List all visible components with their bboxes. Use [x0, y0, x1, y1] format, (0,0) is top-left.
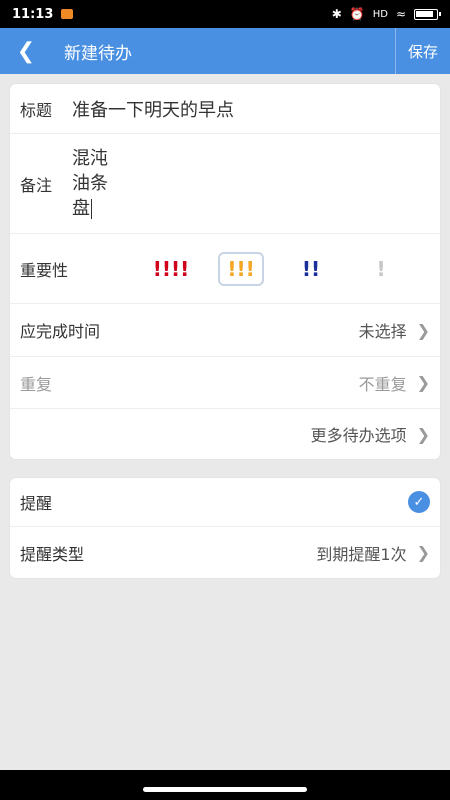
status-bar: 11:13 ✱ ⏰ HD ≈ — [0, 0, 450, 28]
chevron-right-icon: ❯ — [416, 543, 430, 562]
title-input[interactable]: 准备一下明天的早点 — [72, 96, 234, 122]
reminder-toggle-row[interactable]: 提醒 ✓ — [10, 478, 440, 527]
importance-option-high[interactable]: !!! — [218, 251, 265, 286]
back-button[interactable]: ❮ — [0, 28, 52, 74]
importance-label: 重要性 — [20, 260, 69, 280]
home-indicator[interactable] — [143, 787, 307, 792]
chevron-right-icon: ❯ — [416, 320, 430, 340]
title-row[interactable]: 标题 准备一下明天的早点 — [10, 84, 440, 134]
importance-row: 重要性 !!!! !!! !! ! — [10, 234, 440, 304]
reminder-type-row[interactable]: 提醒类型 到期提醒1次 ❯ — [10, 527, 440, 578]
save-button[interactable]: 保存 — [394, 28, 450, 74]
importance-option-medium[interactable]: !! — [288, 252, 334, 286]
note-row[interactable]: 备注 混沌 油条 盘 — [10, 134, 440, 234]
title-label: 标题 — [20, 100, 53, 120]
status-icons: ✱ ⏰ HD ≈ — [331, 7, 441, 21]
bluetooth-icon: ✱ — [331, 7, 342, 21]
more-options-label: 更多待办选项 — [310, 426, 407, 445]
reminder-type-value: 到期提醒1次 — [316, 544, 407, 564]
due-time-row[interactable]: 应完成时间 未选择 ❯ — [10, 304, 440, 357]
app-bar: ❮ 新建待办 保存 — [0, 28, 450, 74]
repeat-value-group: 不重复 ❯ — [359, 371, 430, 395]
due-time-value: 未选择 — [358, 322, 407, 341]
todo-form-card: 标题 准备一下明天的早点 备注 混沌 油条 盘 重要性 !!!! !!! !! … — [10, 84, 440, 459]
note-line: 油条 — [72, 173, 108, 194]
chevron-left-icon: ❮ — [16, 38, 36, 64]
status-time: 11:13 — [12, 6, 54, 22]
more-options-row[interactable]: 更多待办选项 ❯ — [10, 409, 440, 459]
reminder-type-label: 提醒类型 — [20, 544, 85, 564]
signal-icon: HD — [372, 8, 388, 20]
chevron-right-icon: ❯ — [416, 373, 430, 392]
due-time-value-group: 未选择 ❯ — [359, 318, 430, 342]
chevron-right-icon: ❯ — [416, 424, 430, 444]
alarm-icon: ⏰ — [349, 7, 365, 21]
notification-icon — [61, 9, 74, 19]
repeat-label: 重复 — [20, 374, 53, 394]
note-label: 备注 — [20, 176, 53, 195]
more-options-group: 更多待办选项 ❯ — [311, 422, 430, 446]
page-title: 新建待办 — [64, 43, 132, 64]
check-icon[interactable]: ✓ — [408, 491, 430, 513]
repeat-row[interactable]: 重复 不重复 ❯ — [10, 357, 440, 409]
importance-option-low[interactable]: ! — [358, 252, 404, 286]
repeat-value: 不重复 — [358, 374, 407, 394]
reminder-label: 提醒 — [20, 494, 53, 513]
battery-icon — [414, 8, 441, 20]
text-cursor — [91, 199, 92, 219]
home-indicator-area — [0, 770, 450, 800]
note-line-current: 盘 — [72, 198, 92, 219]
reminder-type-value-group: 到期提醒1次 ❯ — [316, 541, 430, 565]
note-textarea[interactable]: 混沌 油条 盘 — [72, 146, 108, 221]
reminder-card: 提醒 ✓ 提醒类型 到期提醒1次 ❯ — [10, 478, 440, 578]
due-time-label: 应完成时间 — [20, 322, 101, 341]
importance-options: !!!! !!! !! ! — [148, 251, 428, 286]
wifi-icon: ≈ — [395, 7, 406, 21]
note-line: 混沌 — [72, 148, 108, 169]
importance-option-highest[interactable]: !!!! — [148, 252, 194, 286]
